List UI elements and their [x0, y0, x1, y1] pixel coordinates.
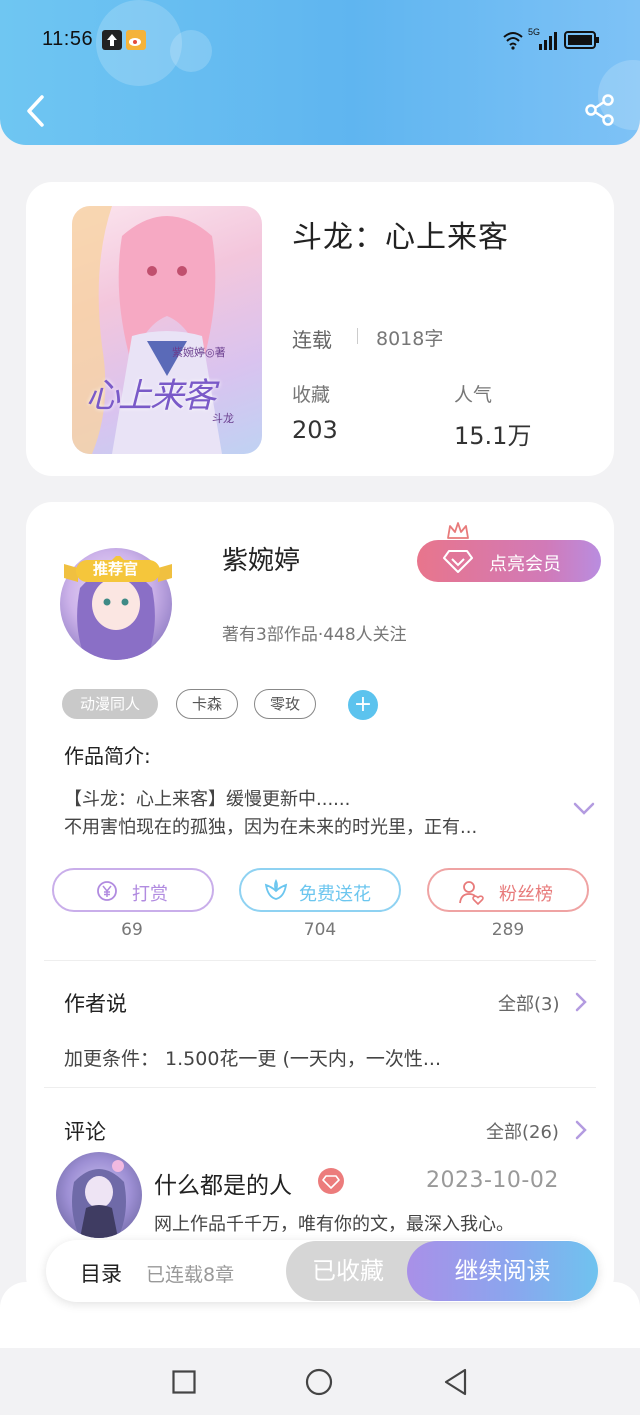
upload-notification-icon — [102, 30, 122, 50]
expand-intro-button[interactable] — [572, 800, 596, 818]
tip-button[interactable]: 打赏 — [52, 868, 214, 912]
author-says-title: 作者说 — [64, 992, 127, 1016]
fan-count: 289 — [491, 920, 525, 940]
intro-heading: 作品简介: — [64, 744, 151, 768]
status-bar: 11:56 5G — [0, 0, 640, 80]
toc-status: 已连载8章 — [146, 1264, 235, 1286]
comment-date: 2023-10-02 — [426, 1168, 559, 1193]
fan-ranking-button[interactable]: 粉丝榜 — [427, 868, 589, 912]
nav-back-button[interactable] — [443, 1368, 469, 1396]
diamond-icon — [443, 550, 473, 573]
intro-line-2: 不用害怕现在的孤独，因为在未来的时光里，正有... — [64, 817, 478, 838]
vip-button-label: 点亮会员 — [489, 554, 561, 575]
comments-title: 评论 — [64, 1120, 106, 1144]
activate-vip-button[interactable]: 点亮会员 — [417, 540, 601, 582]
fan-ranking-label: 粉丝榜 — [499, 884, 553, 905]
cover-series-text: 斗龙 — [212, 412, 234, 425]
continue-reading-button[interactable]: 继续阅读 — [407, 1241, 598, 1301]
yuan-coin-icon — [97, 881, 117, 901]
toc-button[interactable]: 目录 — [80, 1258, 122, 1288]
home-button[interactable] — [305, 1368, 333, 1396]
share-icon — [585, 94, 614, 126]
author-info: 著有3部作品·448人关注 — [222, 625, 407, 645]
author-says-all-button[interactable]: 全部(3) — [498, 990, 590, 1015]
send-flower-button[interactable]: 免费送花 — [239, 868, 401, 912]
tag-kasen[interactable]: 卡森 — [176, 689, 238, 719]
cover-author-text: 紫婉婷◎著 — [172, 346, 226, 359]
tip-button-label: 打赏 — [132, 884, 168, 905]
system-nav-bar — [0, 1348, 640, 1415]
flower-icon — [264, 879, 288, 900]
author-name: 紫婉婷 — [222, 546, 301, 576]
meta-divider — [357, 328, 358, 344]
book-title: 斗龙：心上来客 — [292, 220, 509, 255]
recent-apps-button[interactable] — [172, 1370, 196, 1394]
comments-all-button[interactable]: 全部(26) — [486, 1118, 590, 1143]
section-divider — [44, 960, 596, 961]
chevron-right-icon — [575, 992, 587, 1012]
recommender-badge-label: 推荐官 — [93, 560, 139, 578]
popularity-value: 15.1万 — [454, 422, 532, 450]
favorites-value: 203 — [292, 416, 338, 444]
chevron-right-icon — [575, 1120, 587, 1140]
battery-icon — [564, 31, 599, 49]
diamond-icon — [322, 1175, 340, 1189]
crown-icon — [447, 522, 469, 539]
comment-text: 网上作品千千万，唯有你的文，最深入我心。 — [154, 1214, 514, 1235]
weibo-icon — [126, 30, 146, 50]
section-divider — [44, 1087, 596, 1088]
commenter-vip-badge — [318, 1168, 344, 1194]
status-time: 11:56 — [42, 28, 94, 50]
signal-icon — [539, 32, 557, 50]
wifi-icon — [503, 32, 523, 50]
tag-anime-fanfic[interactable]: 动漫同人 — [62, 689, 158, 719]
popularity-label: 人气 — [454, 384, 493, 406]
flower-count: 704 — [303, 920, 337, 940]
tag-lingmei[interactable]: 零玫 — [254, 689, 316, 719]
fan-user-icon — [459, 881, 484, 905]
back-button[interactable] — [24, 94, 48, 128]
author-says-text[interactable]: 加更条件： 1.500花一更 (一天内，一次性... — [64, 1044, 441, 1071]
share-button[interactable] — [584, 94, 616, 126]
comments-all-label: 全部(26) — [486, 1122, 559, 1143]
commenter-name[interactable]: 什么都是的人 — [154, 1166, 292, 1200]
author-says-all-label: 全部(3) — [498, 994, 560, 1015]
book-status: 连载 — [292, 328, 332, 352]
favorites-label: 收藏 — [292, 384, 331, 406]
header-bar: 11:56 5G — [0, 0, 640, 145]
book-cover-image[interactable]: 紫婉婷◎著 心上来客 斗龙 — [72, 206, 262, 454]
add-tag-button[interactable]: + — [348, 690, 378, 720]
send-flower-label: 免费送花 — [299, 884, 371, 905]
chevron-left-icon — [27, 95, 44, 127]
intro-line-1: 【斗龙：心上来客】缓慢更新中...... — [64, 789, 351, 810]
chevron-down-icon — [573, 802, 595, 815]
book-word-count: 8018字 — [376, 328, 444, 350]
tip-count: 69 — [121, 920, 143, 940]
commenter-avatar-illustration — [72, 1160, 126, 1238]
commenter-avatar[interactable] — [56, 1152, 142, 1238]
cover-title-art: 心上来客 — [86, 376, 216, 416]
